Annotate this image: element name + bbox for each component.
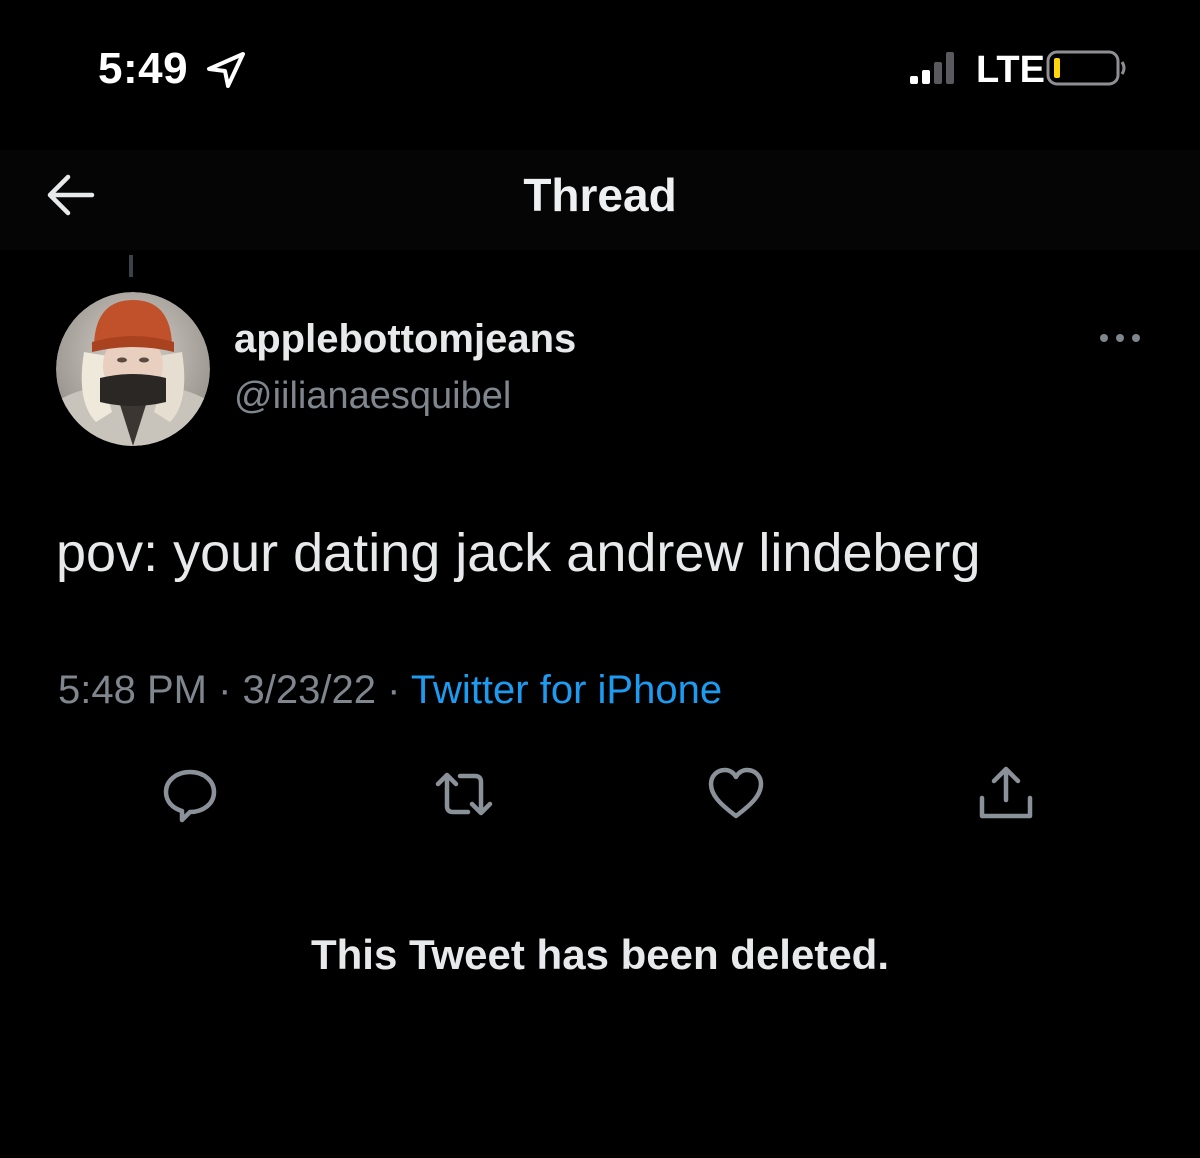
network-type-label: LTE <box>976 49 1045 91</box>
tweet-date: 3/23/22 <box>242 668 376 712</box>
reply-bubble-icon <box>163 769 217 823</box>
location-arrow-icon <box>207 52 245 88</box>
meta-separator: · <box>375 668 411 712</box>
more-dots-icon <box>1100 334 1140 342</box>
user-handle[interactable]: @iilianaesquibel <box>234 374 511 418</box>
deleted-tweet-notice: This Tweet has been deleted. <box>310 931 890 978</box>
tweet-time: 5:48 PM <box>58 668 207 712</box>
share-icon <box>979 766 1033 819</box>
battery-low-icon <box>1046 50 1126 86</box>
display-name[interactable]: applebottomjeans <box>234 316 576 362</box>
like-button[interactable] <box>706 764 766 824</box>
tweet-source-link[interactable]: Twitter for iPhone <box>411 668 722 712</box>
avatar[interactable] <box>56 292 210 446</box>
share-button[interactable] <box>976 764 1036 824</box>
reply-button[interactable] <box>160 764 220 824</box>
tweet-text: pov: your dating jack andrew lindeberg <box>56 523 981 583</box>
thread-connector-line <box>129 255 133 277</box>
retweet-button[interactable] <box>434 764 494 824</box>
page-title: Thread <box>523 169 677 221</box>
more-options-button[interactable] <box>1098 326 1142 350</box>
retweet-icon <box>435 772 493 816</box>
signal-bars-icon <box>910 52 954 84</box>
meta-separator: · <box>206 668 243 712</box>
tweet-meta: 5:48 PM · 3/23/22 · Twitter for iPhone <box>58 666 722 714</box>
heart-icon <box>708 767 764 819</box>
status-time: 5:49 <box>98 44 189 93</box>
